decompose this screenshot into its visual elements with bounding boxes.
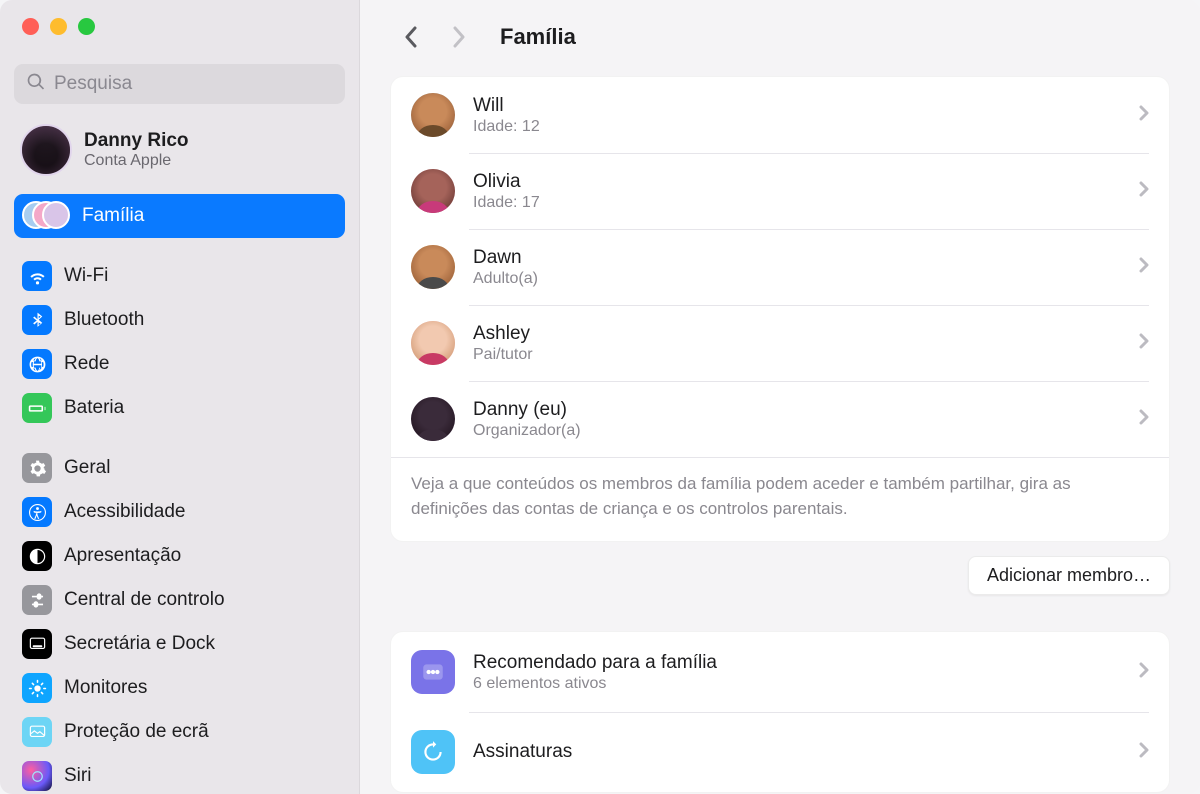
search-input[interactable]	[54, 73, 333, 95]
nav-forward-button	[448, 26, 470, 48]
sidebar-item-label: Central de controlo	[64, 589, 225, 611]
sidebar-item-label: Bluetooth	[64, 309, 144, 331]
close-icon[interactable]	[22, 18, 39, 35]
family-icon	[22, 201, 70, 231]
search-field[interactable]	[14, 64, 345, 104]
sidebar-item-label: Geral	[64, 457, 110, 479]
sidebar-item-wifi[interactable]: Wi‑Fi	[14, 254, 345, 298]
search-icon	[26, 72, 46, 97]
minimize-icon[interactable]	[50, 18, 67, 35]
member-name: Ashley	[473, 322, 533, 346]
member-name: Danny (eu)	[473, 398, 581, 422]
sidebar-item-label: Secretária e Dock	[64, 633, 215, 655]
sidebar-item-label: Wi‑Fi	[64, 265, 108, 287]
family-member-row[interactable]: DawnAdulto(a)	[391, 229, 1169, 305]
gear-icon	[22, 453, 52, 483]
page-title: Família	[500, 24, 576, 50]
bluetooth-icon	[22, 305, 52, 335]
extra-row-subscriptions[interactable]: Assinaturas	[391, 712, 1169, 792]
sidebar-item-desktop-dock[interactable]: Secretária e Dock	[14, 622, 345, 666]
member-role: Organizador(a)	[473, 422, 581, 440]
sidebar-item-label: Siri	[64, 765, 91, 787]
battery-icon	[22, 393, 52, 423]
family-members-card: WillIdade: 12OliviaIdade: 17DawnAdulto(a…	[390, 76, 1170, 542]
family-member-row[interactable]: Danny (eu)Organizador(a)	[391, 381, 1169, 457]
main-panel: Família WillIdade: 12OliviaIdade: 17Dawn…	[360, 0, 1200, 794]
add-member-button[interactable]: Adicionar membro…	[968, 556, 1170, 595]
sidebar-item-label: Acessibilidade	[64, 501, 185, 523]
member-avatar	[411, 169, 455, 213]
family-member-row[interactable]: OliviaIdade: 17	[391, 153, 1169, 229]
recommended-icon	[411, 650, 455, 694]
member-avatar	[411, 397, 455, 441]
sidebar-item-screensaver[interactable]: Proteção de ecrã	[14, 710, 345, 754]
sidebar-item-bluetooth[interactable]: Bluetooth	[14, 298, 345, 342]
sidebar-item-monitors[interactable]: Monitores	[14, 666, 345, 710]
chevron-right-icon	[1139, 742, 1149, 763]
extras-card: Recomendado para a família6 elementos at…	[390, 631, 1170, 793]
chevron-right-icon	[1139, 409, 1149, 430]
row-title: Recomendado para a família	[473, 651, 717, 675]
member-avatar	[411, 245, 455, 289]
member-role: Idade: 17	[473, 194, 540, 212]
member-role: Pai/tutor	[473, 346, 533, 364]
sidebar-item-displays-mode[interactable]: Apresentação	[14, 534, 345, 578]
member-avatar	[411, 93, 455, 137]
sidebar: Danny Rico Conta Apple Família Wi‑Fi Blu…	[0, 0, 360, 794]
sidebar-item-general[interactable]: Geral	[14, 446, 345, 490]
sidebar-item-network[interactable]: Rede	[14, 342, 345, 386]
chevron-right-icon	[1139, 257, 1149, 278]
extra-row-recommended[interactable]: Recomendado para a família6 elementos at…	[391, 632, 1169, 712]
sidebar-item-label: Proteção de ecrã	[64, 721, 209, 743]
chevron-right-icon	[1139, 333, 1149, 354]
brightness-icon	[22, 673, 52, 703]
user-avatar	[20, 124, 72, 176]
screensaver-icon	[22, 717, 52, 747]
sidebar-item-label: Família	[82, 205, 144, 227]
window-controls	[0, 0, 359, 50]
member-name: Olivia	[473, 170, 540, 194]
accessibility-icon	[22, 497, 52, 527]
chevron-right-icon	[1139, 181, 1149, 202]
user-name: Danny Rico	[84, 130, 189, 153]
subscriptions-icon	[411, 730, 455, 774]
sidebar-item-label: Monitores	[64, 677, 147, 699]
appearance-icon	[22, 541, 52, 571]
sliders-icon	[22, 585, 52, 615]
topbar: Família	[360, 0, 1200, 64]
row-title: Assinaturas	[473, 740, 572, 764]
fullscreen-icon[interactable]	[78, 18, 95, 35]
sidebar-item-family[interactable]: Família	[14, 194, 345, 238]
family-member-row[interactable]: WillIdade: 12	[391, 77, 1169, 153]
sidebar-list: Família Wi‑Fi Bluetooth Rede Bateria	[0, 194, 359, 794]
member-role: Adulto(a)	[473, 270, 538, 288]
member-avatar	[411, 321, 455, 365]
sidebar-item-control-center[interactable]: Central de controlo	[14, 578, 345, 622]
apple-account[interactable]: Danny Rico Conta Apple	[0, 114, 359, 194]
family-member-row[interactable]: AshleyPai/tutor	[391, 305, 1169, 381]
wifi-icon	[22, 261, 52, 291]
chevron-right-icon	[1139, 662, 1149, 683]
sidebar-item-siri[interactable]: Siri	[14, 754, 345, 794]
row-sub: 6 elementos ativos	[473, 675, 717, 693]
sidebar-item-label: Bateria	[64, 397, 124, 419]
sidebar-item-accessibility[interactable]: Acessibilidade	[14, 490, 345, 534]
chevron-right-icon	[1139, 105, 1149, 126]
sidebar-item-label: Rede	[64, 353, 109, 375]
content-scroll[interactable]: WillIdade: 12OliviaIdade: 17DawnAdulto(a…	[360, 64, 1200, 794]
nav-back-button[interactable]	[400, 26, 422, 48]
dock-icon	[22, 629, 52, 659]
member-role: Idade: 12	[473, 118, 540, 136]
siri-icon	[22, 761, 52, 791]
member-name: Dawn	[473, 246, 538, 270]
sidebar-item-battery[interactable]: Bateria	[14, 386, 345, 430]
family-description: Veja a que conteúdos os membros da famíl…	[391, 457, 1169, 541]
sidebar-item-label: Apresentação	[64, 545, 181, 567]
user-sub: Conta Apple	[84, 152, 189, 170]
member-name: Will	[473, 94, 540, 118]
globe-icon	[22, 349, 52, 379]
settings-window: Danny Rico Conta Apple Família Wi‑Fi Blu…	[0, 0, 1200, 794]
